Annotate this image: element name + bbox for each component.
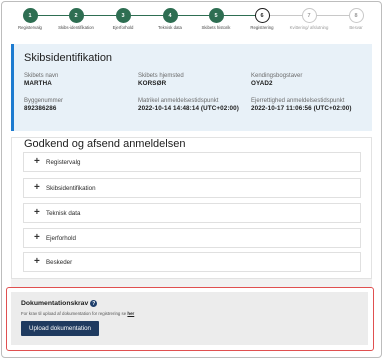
step-label: Kvittering/ afslutning xyxy=(289,25,329,30)
step-number: 5 xyxy=(208,8,224,23)
ship-name-label: Skibets navn xyxy=(24,73,59,79)
upload-documentation-button[interactable]: Upload dokumentation xyxy=(21,321,99,336)
step-number: 8 xyxy=(348,8,364,23)
accordion-label: Beskeder xyxy=(46,258,73,266)
field-build-number: Byggenummer 892386286 xyxy=(24,97,63,113)
step-number: 6 xyxy=(254,8,270,23)
home-port-value: KORSØR xyxy=(138,80,167,87)
field-registration-time: Matrikel anmeldelsestidspunkt 2022-10-14… xyxy=(138,97,239,113)
step-kvittering: 7 Kvittering/ afslutning xyxy=(286,8,332,30)
field-ownership-time: Ejerrettighed anmeldelsestidspunkt 2022-… xyxy=(251,97,352,113)
step-number: 4 xyxy=(162,8,178,23)
build-number-label: Byggenummer xyxy=(24,98,64,104)
step-label: Registrering xyxy=(250,25,274,30)
step-registervalg[interactable]: 1 Registervalg xyxy=(7,8,53,30)
accordion-label: Teknisk data xyxy=(46,209,81,217)
step-label: Ejerforhold xyxy=(112,25,134,30)
field-call-sign: Kendingsbogstaver OYAD2 xyxy=(251,72,302,88)
documentation-heading-text: Dokumentationskrav xyxy=(21,300,89,307)
step-number: 1 xyxy=(22,8,38,23)
approve-section: Godkend og afsend anmeldelsen + Register… xyxy=(11,137,372,279)
step-skibets-historik[interactable]: 5 Skibets historik xyxy=(193,8,239,30)
step-besvar: 8 Besvar xyxy=(333,8,379,30)
accordion-label: Registervalg xyxy=(46,158,81,166)
documentation-link[interactable]: her xyxy=(127,311,134,316)
documentation-highlight: Dokumentationskrav ? For krav til upload… xyxy=(6,287,374,351)
build-number-value: 892386286 xyxy=(24,105,57,112)
field-home-port: Skibets hjemsted KORSØR xyxy=(138,72,184,88)
registration-time-value: 2022-10-14 14:48:14 (UTC+02:00) xyxy=(138,105,239,112)
accordion-ejerforhold[interactable]: + Ejerforhold xyxy=(23,228,361,248)
step-label: Skibs-identifikation xyxy=(58,25,94,30)
documentation-panel: Dokumentationskrav ? For krav til upload… xyxy=(11,292,368,345)
accordion-registervalg[interactable]: + Registervalg xyxy=(23,152,361,172)
step-number: 3 xyxy=(115,8,131,23)
step-skibsidentifikation[interactable]: 2 Skibs-identifikation xyxy=(53,8,99,30)
step-number: 2 xyxy=(68,8,84,23)
step-number: 7 xyxy=(301,8,317,23)
accordion-skibsidentifikation[interactable]: + Skibsidentifikation xyxy=(23,178,361,198)
plus-icon: + xyxy=(34,156,40,167)
step-label: Besvar xyxy=(349,25,363,30)
accordion-beskeder[interactable]: + Beskeder xyxy=(23,252,361,272)
approve-title: Godkend og afsend anmeldelsen xyxy=(24,138,186,150)
accordion-label: Ejerforhold xyxy=(46,234,76,242)
call-sign-value: OYAD2 xyxy=(251,80,273,87)
plus-icon: + xyxy=(34,232,40,243)
progress-stepper: 1 Registervalg 2 Skibs-identifikation 3 … xyxy=(2,6,381,36)
home-port-label: Skibets hjemsted xyxy=(138,73,184,79)
step-label: Teknisk data xyxy=(158,25,182,30)
documentation-heading: Dokumentationskrav ? xyxy=(21,300,98,307)
ownership-time-label: Ejerrettighed anmeldelsestidspunkt xyxy=(251,98,345,104)
help-icon[interactable]: ? xyxy=(90,300,98,307)
step-label: Skibets historik xyxy=(201,25,231,30)
section-separator xyxy=(11,279,372,287)
application-frame: 1 Registervalg 2 Skibs-identifikation 3 … xyxy=(1,1,382,358)
ship-name-value: MARTHA xyxy=(24,80,52,87)
registration-time-label: Matrikel anmeldelsestidspunkt xyxy=(138,98,219,104)
plus-icon: + xyxy=(34,256,40,267)
step-teknisk-data[interactable]: 4 Teknisk data xyxy=(147,8,193,30)
step-label: Registervalg xyxy=(18,25,42,30)
ship-identification-card: Skibsidentifikation Skibets navn MARTHA … xyxy=(11,44,372,131)
plus-icon: + xyxy=(34,182,40,193)
field-ship-name: Skibets navn MARTHA xyxy=(24,72,58,88)
documentation-description: For krav til upload af dokumentation for… xyxy=(21,311,134,316)
plus-icon: + xyxy=(34,207,40,218)
documentation-text: For krav til upload af dokumentation for… xyxy=(21,311,127,316)
accordion-teknisk-data[interactable]: + Teknisk data xyxy=(23,203,361,223)
step-registrering[interactable]: 6 Registrering xyxy=(239,8,285,30)
ship-card-title: Skibsidentifikation xyxy=(24,52,113,64)
ownership-time-value: 2022-10-17 11:06:56 (UTC+02:00) xyxy=(251,105,352,112)
accordion-label: Skibsidentifikation xyxy=(46,184,96,192)
step-ejerforhold[interactable]: 3 Ejerforhold xyxy=(100,8,146,30)
call-sign-label: Kendingsbogstaver xyxy=(251,73,303,79)
